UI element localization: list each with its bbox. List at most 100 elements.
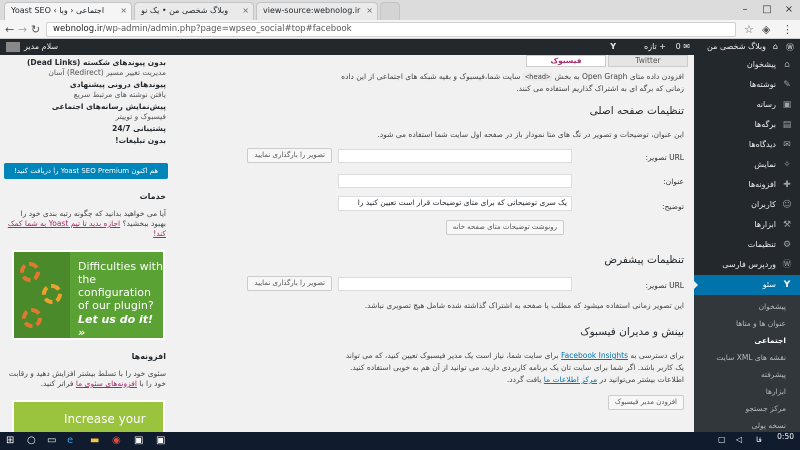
volume-icon[interactable]: ◁	[736, 435, 742, 444]
tab-title: Yoast SEO ‹ اجتماعی ‹ وبا	[11, 6, 105, 15]
minimize-icon[interactable]: –	[734, 0, 756, 20]
head-code: <head>	[522, 73, 553, 81]
sidebar-item-label: سئو	[762, 280, 776, 289]
windows-start-icon[interactable]: ⊞	[6, 435, 14, 446]
feature-subtitle: یافتن نوشته های مرتبط سریع	[73, 90, 166, 99]
plugins-text: سئوی خود را با تسلط بیشتر افزایش دهید و …	[6, 369, 166, 389]
intro-pre: افزودن داده متای Open Graph به بخش	[554, 72, 684, 81]
extension-icon[interactable]: ◈	[762, 23, 770, 36]
browser-tab[interactable]: Yoast SEO ‹ اجتماعی ‹ وبا ×	[4, 2, 132, 20]
sidebar-item[interactable]: ▣ رسانه	[694, 95, 800, 115]
sidebar-item-label: وردپرس فارسی	[722, 260, 776, 269]
copy-description-button[interactable]: رونوشت توضیحات متای صفحه خانه	[445, 220, 564, 235]
feature-title: پشتیبانی 24/7	[112, 124, 166, 133]
sidebar-item[interactable]: ✚ افزونه‌ها	[694, 175, 800, 195]
back-icon[interactable]: ←	[5, 23, 14, 36]
comments-link[interactable]: ✉ 0	[676, 42, 690, 51]
fb-paragraph-2: یک کاربر باشد. اگر شما برای سایت تان یک …	[350, 363, 684, 372]
sidebar-item-label: ابزارها	[754, 220, 776, 229]
increase-banner[interactable]: Increase your	[12, 400, 165, 432]
feature-item: پشتیبانی 24/7	[6, 124, 166, 134]
sidebar-item[interactable]: ⚙ تنظیمات	[694, 235, 800, 255]
sidebar-item-label: نوشته‌ها	[749, 80, 776, 89]
sidebar-item[interactable]: ▤ برگه‌ها	[694, 115, 800, 135]
facebook-insights-link[interactable]: Facebook Insights	[561, 351, 628, 360]
sidebar-item-label: افزونه‌ها	[748, 180, 777, 189]
sidebar-item-label: برگه‌ها	[754, 120, 776, 129]
title-label: عنوان:	[663, 177, 684, 186]
submenu-item[interactable]: اجتماعی	[694, 332, 800, 349]
feature-subtitle: مدیریت تغییر مسیر (Redirect) آسان	[48, 68, 166, 77]
sidebar-item[interactable]: ✎ نوشته‌ها	[694, 75, 800, 95]
title-input[interactable]	[338, 174, 572, 188]
reload-icon[interactable]: ↻	[31, 23, 40, 36]
star-icon[interactable]: ☆	[744, 23, 754, 36]
admin-sidebar: ⌂ پیشخوان ✎ نوشته‌ها ▣ رسانه ▤ برگه‌ها ✉ دیدگاه‌ه…	[693, 55, 800, 450]
seo-submenu: پیشخوان عنوان ها و متاها اجتماعی نقشه های X…	[694, 295, 800, 437]
sidebar-item-label: دیدگاه‌ها	[748, 140, 776, 149]
tab-twitter[interactable]: Twitter	[608, 55, 688, 67]
sidebar-item[interactable]: ☺ کاربران	[694, 195, 800, 215]
browser-tab[interactable]: view-source:webnolog.ir ×	[256, 2, 378, 20]
close-icon[interactable]: ×	[120, 6, 127, 15]
page-icon: ▤	[782, 120, 792, 130]
close-icon[interactable]: ×	[242, 6, 249, 15]
url-input[interactable]: webnolog.ir/wp-admin/admin.php?page=wpse…	[46, 22, 736, 37]
wordpress-logo-icon[interactable]: Ⓦ	[786, 42, 794, 53]
browser-tabbar: Yoast SEO ‹ اجتماعی ‹ وبا × وبلاگ شخصی م…	[0, 0, 800, 20]
sidebar-item[interactable]: ⚒ ابزارها	[694, 215, 800, 235]
submenu-item[interactable]: پیشخوان	[694, 298, 800, 315]
feature-title: پیوندهای درونی پیشنهادی	[69, 80, 166, 89]
taskbar-clock[interactable]: 0:50	[777, 433, 794, 441]
plugins-link[interactable]: افزونه‌های سئوی ما	[76, 379, 137, 388]
support-banner[interactable]: Difficulties with the configuration of o…	[12, 250, 165, 340]
submenu-item[interactable]: عنوان ها و متاها	[694, 315, 800, 332]
new-tab-button[interactable]	[380, 2, 400, 20]
banner-text: Difficulties with the configuration of o…	[78, 260, 164, 339]
language-indicator[interactable]: فا	[756, 435, 762, 444]
default-image-input[interactable]	[338, 277, 572, 291]
site-name-link[interactable]: وبلاگ شخصی من	[707, 42, 766, 51]
feature-title: بدون تبلیغات!	[115, 136, 166, 145]
submenu-item[interactable]: ابزارها	[694, 383, 800, 400]
description-textarea[interactable]: یک سری توضیحاتی که برای متای توضیحات قرا…	[338, 196, 572, 211]
sidebar-item[interactable]: ⌂ پیشخوان	[694, 55, 800, 75]
browser-tab[interactable]: وبلاگ شخصی من • یک نو ×	[134, 2, 254, 20]
fb-paragraph-1: برای دسترسی به Facebook Insights برای سا…	[346, 350, 684, 362]
submenu-item[interactable]: نقشه های XML سایت	[694, 349, 800, 366]
knowledge-base-link[interactable]: مرکز اطلاعات ما	[544, 375, 597, 384]
forward-icon[interactable]: →	[18, 23, 27, 36]
feature-item: بدون تبلیغات!	[6, 136, 166, 146]
new-content-link[interactable]: + تازه	[644, 42, 666, 51]
frontpage-desc: این عنوان، توضیحات و تصویر در تگ های متا…	[377, 130, 685, 139]
settings-icon: ⚙	[782, 240, 792, 250]
sidebar-item[interactable]: ✉ دیدگاه‌ها	[694, 135, 800, 155]
upload-image-button[interactable]: تصویر را بارگذاری نمایید	[247, 148, 332, 163]
chrome-icon[interactable]: ◉	[112, 435, 121, 446]
avatar[interactable]	[6, 42, 20, 52]
tab-facebook[interactable]: فیسبوک	[526, 55, 606, 67]
app-icon[interactable]: ▣	[134, 435, 143, 446]
image-url-input[interactable]	[338, 149, 572, 163]
sidebar-item[interactable]: Ⓦ وردپرس فارسی	[694, 255, 800, 275]
sidebar-item-seo[interactable]: Y سئو	[693, 275, 800, 295]
greeting[interactable]: سلام مدیر	[24, 42, 58, 51]
maximize-icon[interactable]: □	[756, 0, 778, 20]
sidebar-item[interactable]: ✧ نمایش	[694, 155, 800, 175]
services-text: آیا می خواهید بدانید که چگونه رتبه بندی …	[6, 209, 166, 239]
app-icon[interactable]: ▣	[156, 435, 165, 446]
task-view-icon[interactable]: ▭	[47, 435, 56, 446]
yoast-adminbar-icon[interactable]: Y	[610, 42, 616, 51]
folder-icon[interactable]: ▬	[90, 435, 99, 446]
notification-icon[interactable]: ▢	[718, 435, 726, 444]
menu-icon[interactable]: ⋮	[782, 23, 793, 36]
search-icon[interactable]: ○	[27, 435, 36, 446]
default-upload-button[interactable]: تصویر را بارگذاری نمایید	[247, 276, 332, 291]
submenu-item[interactable]: مرکز جستجو	[694, 400, 800, 417]
edge-icon[interactable]: e	[67, 435, 73, 446]
submenu-item[interactable]: پیشرفته	[694, 366, 800, 383]
close-icon[interactable]: ×	[366, 6, 373, 15]
close-window-icon[interactable]: ×	[778, 0, 800, 20]
add-facebook-admin-button[interactable]: افزودن مدیر فیسبوک	[607, 395, 684, 410]
get-premium-button[interactable]: هم اکنون Yoast SEO Premium را دریافت کنی…	[4, 163, 168, 179]
